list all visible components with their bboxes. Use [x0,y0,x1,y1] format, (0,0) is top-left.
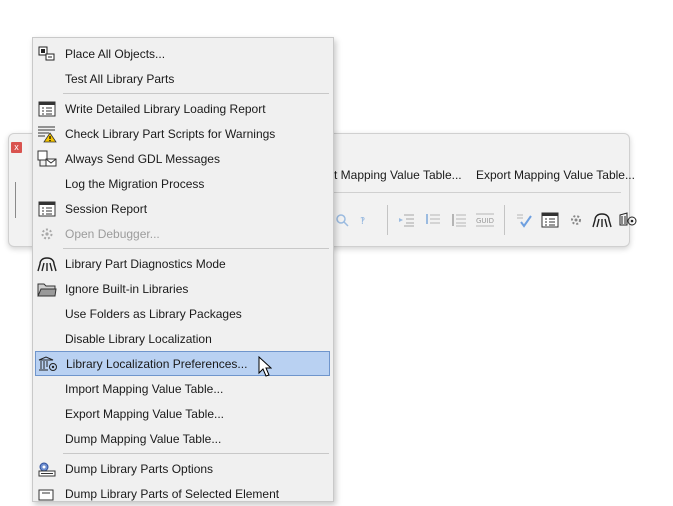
menu-item-label: Always Send GDL Messages [65,151,220,166]
import-mapping-button[interactable]: t Mapping Value Table... [334,168,462,182]
menu-item-dump-mapping[interactable]: Dump Mapping Value Table... [35,426,330,451]
search-icon[interactable] [331,209,353,231]
list-icon[interactable] [448,209,470,231]
menu-item-open-debugger[interactable]: Open Debugger... [35,221,330,246]
debugger-icon [37,224,57,244]
svg-text:GUID: GUID [476,217,494,225]
toolbar-separator [504,205,505,235]
menu-item-label: Export Mapping Value Table... [65,406,224,421]
menu-item-label: Dump Mapping Value Table... [65,431,222,446]
menu-item-export-mapping[interactable]: Export Mapping Value Table... [35,401,330,426]
menu-item-label: Check Library Part Scripts for Warnings [65,126,276,141]
place-objects-icon [37,44,57,64]
menu-item-label: Place All Objects... [65,46,166,61]
menu-item-label: Library Localization Preferences... [66,356,248,371]
menu-item-dump-selected[interactable]: Dump Library Parts of Selected Element [35,481,330,506]
menu-item-session-report[interactable]: Session Report [35,196,330,221]
menu-item-label: Log the Migration Process [65,176,205,191]
menu-item-place-all-objects[interactable]: Place All Objects... [35,41,330,66]
close-icon[interactable]: x [11,142,22,153]
menu-item-log-migration[interactable]: Log the Migration Process [35,171,330,196]
menu-separator [63,93,329,94]
dump-selected-icon [37,484,57,504]
menu-item-dump-options[interactable]: Dump Library Parts Options [35,456,330,481]
menu-item-label: Library Part Diagnostics Mode [65,256,226,271]
menu-item-ignore-builtin[interactable]: Ignore Built-in Libraries [35,276,330,301]
menu-item-test-all-library-parts[interactable]: Test All Library Parts [35,66,330,91]
menu-item-use-folders[interactable]: Use Folders as Library Packages [35,301,330,326]
menu-item-label: Open Debugger... [65,226,160,241]
localization-icon [38,354,58,374]
list-icon[interactable] [422,209,444,231]
mouse-cursor-icon [258,355,273,381]
menu-item-localization-preferences[interactable]: Library Localization Preferences... [35,351,330,376]
toolbar-divider [334,192,621,193]
gdl-messages-icon [37,149,57,169]
menu-item-label: Import Mapping Value Table... [65,381,224,396]
menu-item-label: Test All Library Parts [65,71,175,86]
menu-item-check-scripts-warnings[interactable]: Check Library Part Scripts for Warnings [35,121,330,146]
toolbar-row-icons: ‽ GUID [331,205,639,235]
dump-options-icon [37,459,57,479]
menu-item-diagnostics-mode[interactable]: Library Part Diagnostics Mode [35,251,330,276]
report-icon[interactable] [539,209,561,231]
svg-text:‽: ‽ [360,216,365,227]
menu-item-label: Write Detailed Library Loading Report [65,101,266,116]
localization-icon[interactable] [617,209,639,231]
report-icon [37,99,57,119]
menu-item-label: Disable Library Localization [65,331,212,346]
report-icon [37,199,57,219]
menu-item-label: Ignore Built-in Libraries [65,281,189,296]
script-warning-icon [37,124,57,144]
indent-icon[interactable] [396,209,418,231]
debugger-icon[interactable] [565,209,587,231]
library-developer-menu: Place All Objects... Test All Library Pa… [32,37,334,502]
menu-item-disable-localization[interactable]: Disable Library Localization [35,326,330,351]
menu-separator [63,453,329,454]
menu-item-label: Use Folders as Library Packages [65,306,242,321]
script-check-icon[interactable]: ‽ [357,209,379,231]
palette-divider [15,182,16,218]
menu-item-label: Dump Library Parts Options [65,461,214,476]
menu-item-import-mapping[interactable]: Import Mapping Value Table... [35,376,330,401]
folder-icon [37,279,57,299]
check-icon[interactable] [513,209,535,231]
diagnostics-icon[interactable] [591,209,613,231]
toolbar-row-text: t Mapping Value Table... Export Mapping … [334,168,646,182]
diagnostics-icon [37,254,57,274]
guid-icon[interactable]: GUID [474,209,496,231]
menu-item-label: Session Report [65,201,148,216]
export-mapping-button[interactable]: Export Mapping Value Table... [476,168,635,182]
menu-item-always-send-gdl[interactable]: Always Send GDL Messages [35,146,330,171]
menu-item-write-detailed-report[interactable]: Write Detailed Library Loading Report [35,96,330,121]
menu-separator [63,248,329,249]
toolbar-separator [387,205,388,235]
